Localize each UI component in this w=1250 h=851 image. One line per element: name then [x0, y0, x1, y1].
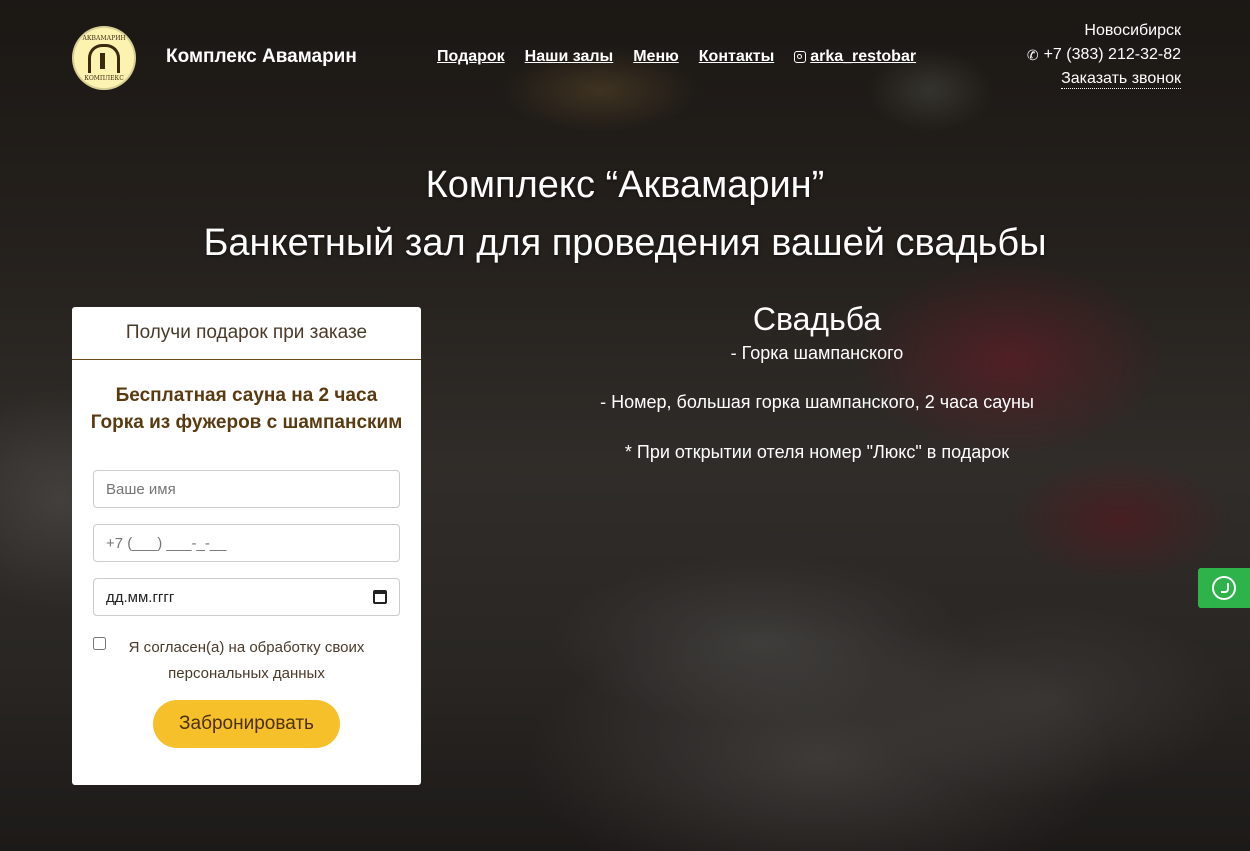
main-nav: Подарок Наши залы Меню Контакты arka_res…: [437, 48, 916, 66]
gift-champagne: Горка из фужеров с шампанским: [90, 412, 403, 433]
logo[interactable]: АКВАМАРИН КОМПЛЕКС: [72, 26, 136, 90]
wedding-offer: Свадьба - Горка шампанского - Номер, бол…: [517, 298, 1117, 464]
hero-line-1: Комплекс “Аквамарин”: [425, 164, 825, 206]
phone-number: +7 (383) 212-32-82: [1043, 46, 1181, 63]
consent-label: Я согласен(а) на обработку своих персона…: [128, 639, 365, 682]
date-placeholder: дд.мм.гггг: [106, 588, 175, 606]
book-button[interactable]: Забронировать: [153, 700, 340, 748]
whatsapp-icon: [1212, 576, 1236, 600]
brand-name: Комплекс Авамарин: [166, 46, 357, 67]
nav-halls[interactable]: Наши залы: [525, 48, 614, 66]
nav-instagram[interactable]: arka_restobar: [794, 48, 916, 66]
header-contacts: Новосибирск ✆ +7 (383) 212-32-82 Заказат…: [1027, 22, 1181, 89]
hero-title: Комплекс “Аквамарин” Банкетный зал для п…: [0, 156, 1250, 272]
phone-icon: ✆: [1026, 46, 1039, 63]
logo-top-text: АКВАМАРИН: [82, 34, 126, 42]
name-input[interactable]: [93, 470, 400, 508]
booking-form: Получи подарок при заказе Бесплатная сау…: [72, 307, 421, 785]
logo-bottom-text: КОМПЛЕКС: [84, 74, 124, 82]
calendar-icon[interactable]: [373, 590, 387, 604]
callback-link[interactable]: Заказать звонок: [1061, 70, 1181, 89]
city: Новосибирск: [1084, 22, 1181, 39]
consent-checkbox[interactable]: [93, 637, 106, 650]
nav-contacts[interactable]: Контакты: [699, 48, 774, 66]
offer-item-2: - Номер, большая горка шампанского, 2 ча…: [600, 392, 1034, 412]
instagram-icon: [794, 51, 807, 63]
instagram-handle: arka_restobar: [810, 48, 917, 65]
column-icon: [88, 43, 120, 73]
offer-item-1: - Горка шампанского: [730, 343, 904, 363]
offer-title: Свадьба: [752, 301, 882, 337]
phone-link[interactable]: ✆ +7 (383) 212-32-82: [1027, 46, 1181, 64]
nav-menu[interactable]: Меню: [633, 48, 679, 66]
whatsapp-button[interactable]: [1198, 568, 1250, 608]
consent: Я согласен(а) на обработку своих персона…: [93, 635, 400, 687]
offer-note: * При открытии отеля номер "Люкс" в пода…: [624, 442, 1010, 462]
gift-sauna: Бесплатная сауна на 2 часа: [115, 385, 378, 406]
date-input[interactable]: дд.мм.гггг: [93, 578, 400, 616]
nav-gift[interactable]: Подарок: [437, 48, 505, 66]
hero-line-2: Банкетный зал для проведения вашей свадь…: [203, 222, 1047, 264]
gift-list: Бесплатная сауна на 2 часа Горка из фуже…: [72, 382, 421, 436]
form-title: Получи подарок при заказе: [72, 307, 421, 360]
phone-input[interactable]: [93, 524, 400, 562]
